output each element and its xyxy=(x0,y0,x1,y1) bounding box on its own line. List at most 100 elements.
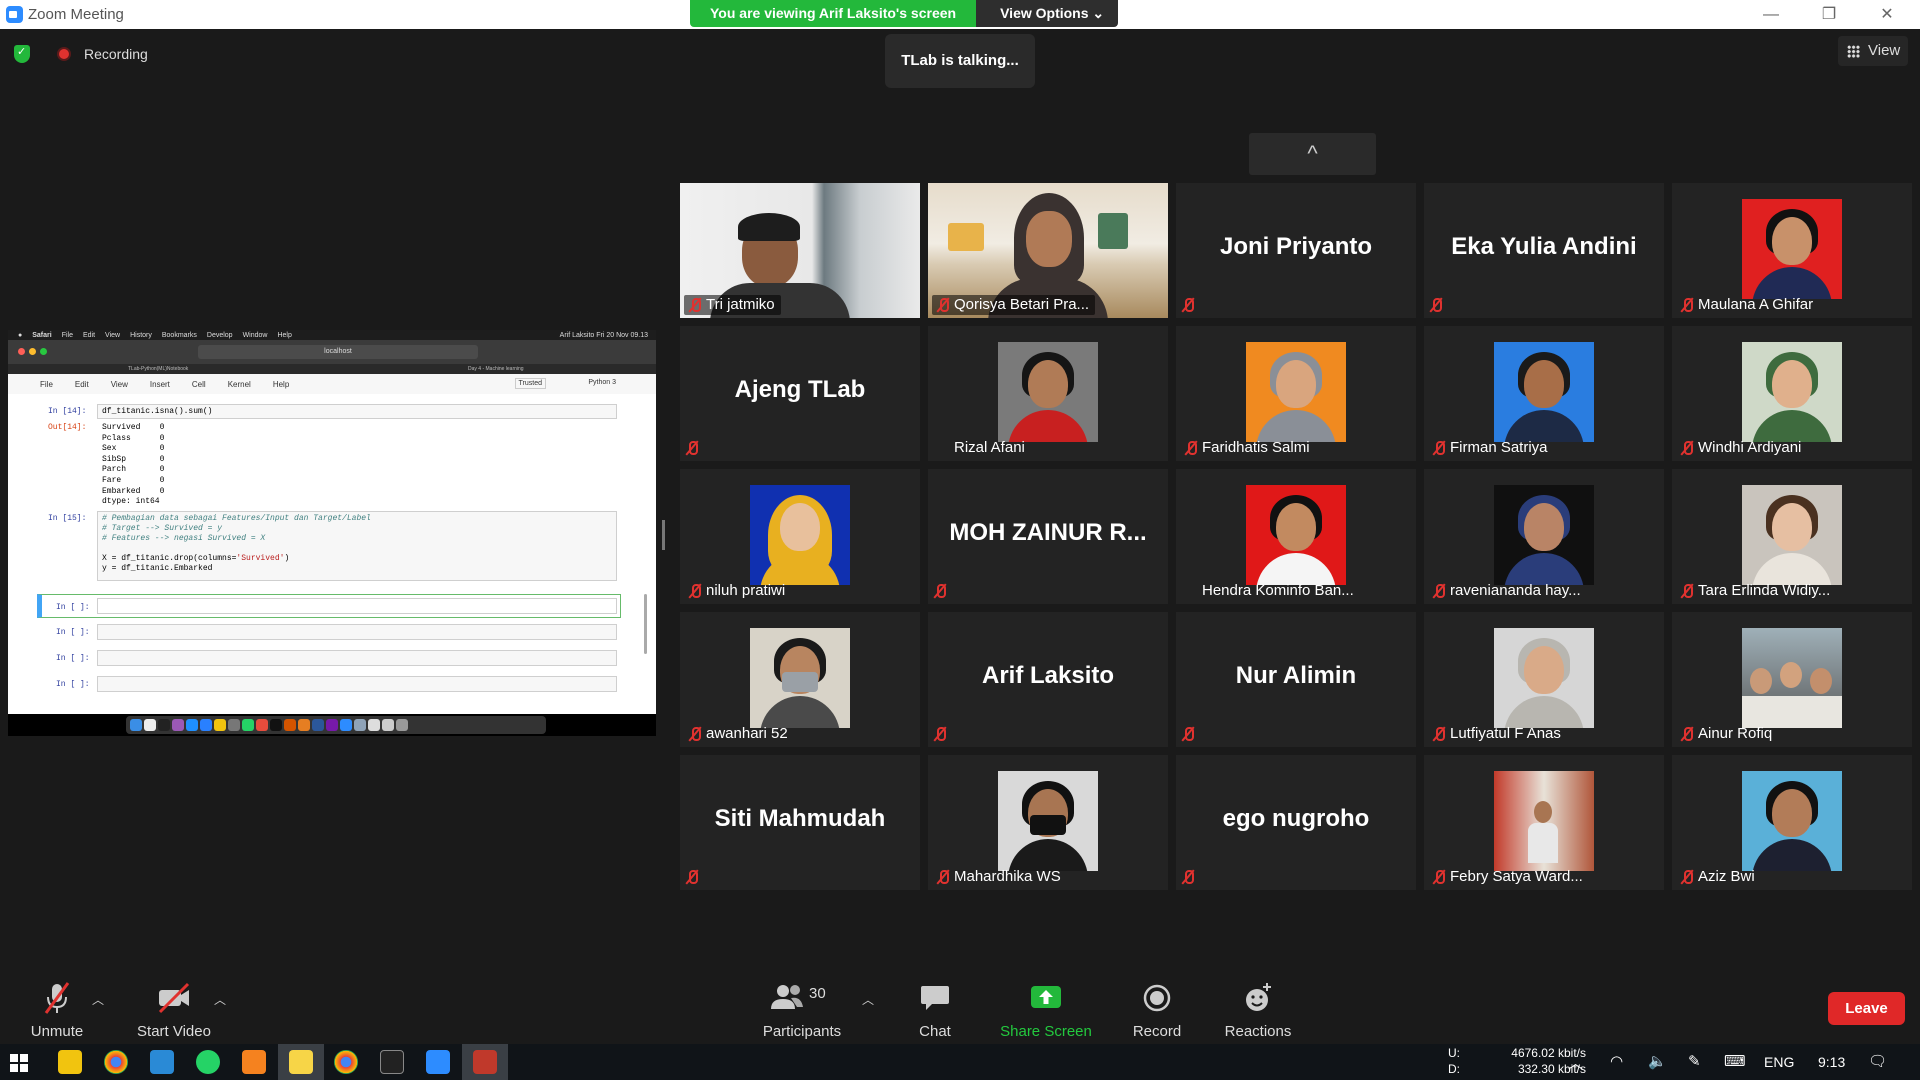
person-head xyxy=(1772,503,1812,551)
participant-tile[interactable]: Windhi Ardiyani xyxy=(1672,326,1912,461)
zoom-taskbar-icon[interactable] xyxy=(426,1050,450,1074)
minimize-button[interactable]: — xyxy=(1748,0,1794,29)
participant-tile[interactable]: Rizal Afani xyxy=(928,326,1168,461)
kernel-name: Python 3 xyxy=(588,379,616,386)
reactions-button[interactable]: Reactions xyxy=(1218,965,1298,1040)
person-head xyxy=(1780,662,1802,688)
person-head xyxy=(1772,789,1812,837)
muted-mic-icon xyxy=(1681,440,1693,456)
notifications-icon[interactable]: 🗨 xyxy=(1868,1052,1887,1070)
participant-name: Maulana A Ghifar xyxy=(1698,296,1814,313)
person-head xyxy=(1028,360,1068,408)
muted-mic-icon xyxy=(1681,726,1693,742)
unmute-button[interactable]: Unmute xyxy=(24,965,90,1040)
person-head xyxy=(780,503,820,551)
code-cell xyxy=(97,598,617,614)
person-head xyxy=(1810,668,1832,694)
participant-tile[interactable]: Arif Laksito xyxy=(928,612,1168,747)
participant-tile[interactable]: Joni Priyanto xyxy=(1176,183,1416,318)
participant-tile[interactable]: Eka Yulia Andini xyxy=(1424,183,1664,318)
participant-tile[interactable]: Tri jatmiko xyxy=(680,183,920,318)
muted-mic-icon xyxy=(937,869,949,885)
mac-menu-item: File xyxy=(61,331,73,339)
participant-tile[interactable]: Firman Satriya xyxy=(1424,326,1664,461)
participant-name-label: Aziz Bwi xyxy=(1676,867,1761,887)
participant-tile[interactable]: niluh pratiwi xyxy=(680,469,920,604)
whatsapp-icon[interactable] xyxy=(196,1050,220,1074)
participant-tile[interactable]: Febry Satya Ward... xyxy=(1424,755,1664,890)
vscode-icon[interactable] xyxy=(150,1050,174,1074)
trash-icon xyxy=(396,719,408,731)
sublime-icon[interactable] xyxy=(242,1050,266,1074)
sticky-notes-icon[interactable] xyxy=(289,1050,313,1074)
participant-name-label: raveniananda hay... xyxy=(1428,581,1587,601)
muted-mic-icon xyxy=(686,440,698,456)
participant-tile[interactable]: ego nugroho xyxy=(1176,755,1416,890)
participant-name: raveniananda hay... xyxy=(1450,582,1581,599)
pen-icon[interactable]: ✎ xyxy=(1688,1052,1701,1070)
restore-button[interactable]: ❐ xyxy=(1806,0,1852,29)
participant-tile[interactable]: Lutfiyatul F Anas xyxy=(1424,612,1664,747)
muted-mic-icon xyxy=(689,297,701,313)
view-options-button[interactable]: View Options ⌄ xyxy=(976,0,1119,27)
participant-tile[interactable]: raveniananda hay... xyxy=(1424,469,1664,604)
person-head xyxy=(1772,217,1812,265)
participant-tile[interactable]: Tara Erlinda Widiy... xyxy=(1672,469,1912,604)
participant-tile[interactable]: Faridhatis Salmi xyxy=(1176,326,1416,461)
participant-name: Tara Erlinda Widiy... xyxy=(1698,582,1831,599)
chevron-up-tray-icon[interactable]: ︿ xyxy=(1568,1052,1583,1073)
language-indicator[interactable]: ENG xyxy=(1764,1054,1794,1070)
gallery-scroll-up-button[interactable]: ^ xyxy=(1249,133,1376,175)
participant-display-name: Eka Yulia Andini xyxy=(1451,233,1637,260)
terminal-icon[interactable] xyxy=(380,1050,404,1074)
mac-menu-item: Window xyxy=(242,331,268,339)
chrome-icon[interactable] xyxy=(104,1050,128,1074)
mac-status: Arif Laksito Fri 20 Nov 09.13 xyxy=(559,331,648,339)
chat-bubble-icon xyxy=(902,981,968,1015)
window-title: Zoom Meeting xyxy=(28,6,124,23)
chat-button[interactable]: Chat xyxy=(902,965,968,1040)
participant-name-label: Maulana A Ghifar xyxy=(1676,295,1819,315)
taskbar-clock[interactable]: 9:13 xyxy=(1818,1054,1845,1070)
panel-resize-handle[interactable] xyxy=(662,520,665,550)
participant-tile[interactable]: MOH ZAINUR R... xyxy=(928,469,1168,604)
zoom-dot-icon xyxy=(40,348,47,355)
participant-tile[interactable]: awanhari 52 xyxy=(680,612,920,747)
view-layout-button[interactable]: View xyxy=(1838,36,1908,66)
participant-tile[interactable]: Aziz Bwi xyxy=(1672,755,1912,890)
volume-icon[interactable]: 🔈 xyxy=(1648,1052,1667,1070)
record-button[interactable]: Record xyxy=(1124,965,1190,1040)
leave-button[interactable]: Leave xyxy=(1828,992,1905,1025)
participant-tile[interactable]: Ajeng TLab xyxy=(680,326,920,461)
viewing-screen-label: You are viewing Arif Laksito's screen xyxy=(690,0,977,27)
share-screen-button[interactable]: Share Screen xyxy=(996,965,1096,1040)
file-explorer-icon[interactable] xyxy=(58,1050,82,1074)
tv-icon xyxy=(158,719,170,731)
profile-picture xyxy=(1246,485,1346,585)
muted-mic-icon xyxy=(1182,726,1194,742)
profile-picture xyxy=(1742,342,1842,442)
windows-start-icon[interactable] xyxy=(10,1054,28,1072)
pointer-app-icon[interactable] xyxy=(473,1050,497,1074)
start-video-button[interactable]: Start Video xyxy=(134,965,214,1040)
audio-options-caret-icon[interactable]: ︿ xyxy=(92,991,104,1008)
participant-tile[interactable]: Siti Mahmudah xyxy=(680,755,920,890)
chrome-icon[interactable] xyxy=(334,1050,358,1074)
video-options-caret-icon[interactable]: ︿ xyxy=(214,991,226,1008)
keyboard-icon[interactable]: ⌨ xyxy=(1724,1052,1746,1070)
participant-tile[interactable]: Nur Alimin xyxy=(1176,612,1416,747)
participant-tile[interactable]: Ainur Rofiq xyxy=(1672,612,1912,747)
person-head xyxy=(1772,360,1812,408)
encryption-shield-icon[interactable] xyxy=(14,45,30,63)
participant-tile[interactable]: Qorisya Betari Pra... xyxy=(928,183,1168,318)
participant-tile[interactable]: Mahardhika WS xyxy=(928,755,1168,890)
code-cell xyxy=(97,624,617,640)
close-button[interactable]: ✕ xyxy=(1864,0,1910,29)
participant-tile[interactable]: Maulana A Ghifar xyxy=(1672,183,1912,318)
wifi-icon[interactable]: ◠ xyxy=(1610,1052,1623,1070)
participants-icon: 30 xyxy=(756,981,848,1015)
participants-button[interactable]: 30 Participants xyxy=(756,965,848,1040)
participants-options-caret-icon[interactable]: ︿ xyxy=(862,991,874,1008)
participant-tile[interactable]: Hendra Kominfo Ban... xyxy=(1176,469,1416,604)
profile-picture xyxy=(750,485,850,585)
